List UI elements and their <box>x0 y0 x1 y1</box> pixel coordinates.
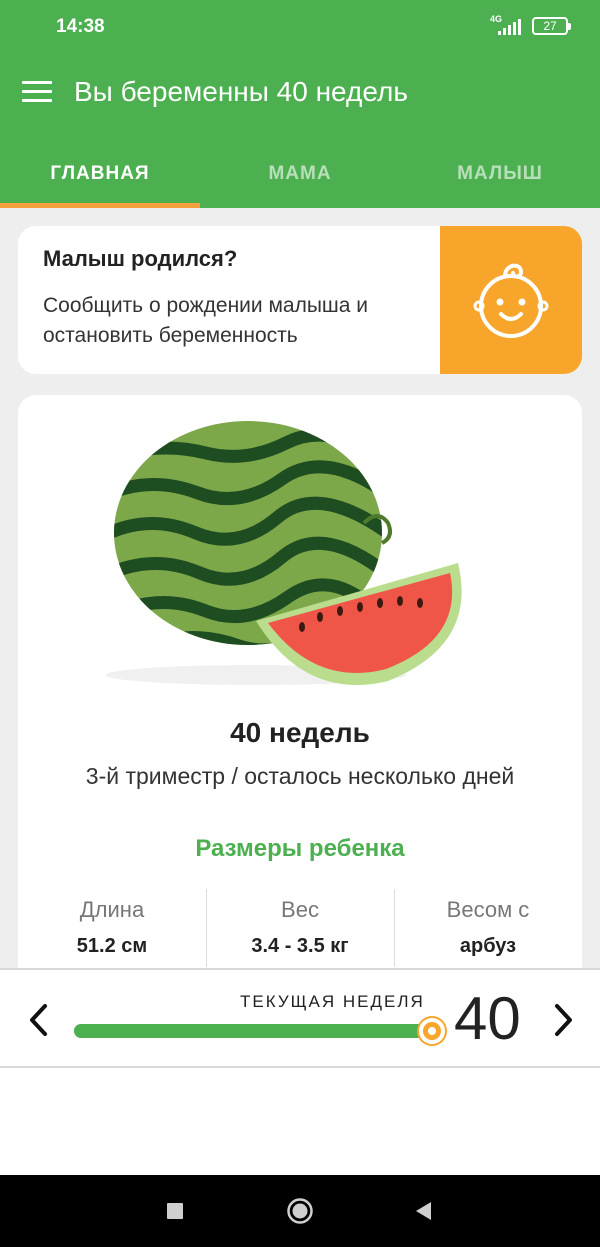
status-bar: 14:38 4G 27 <box>0 0 600 52</box>
current-week-label: ТЕКУЩАЯ НЕДЕЛЯ <box>240 992 425 1011</box>
chevron-left-icon[interactable] <box>22 1000 54 1040</box>
baby-born-card[interactable]: Малыш родился? Сообщить о рождении малыш… <box>18 226 582 374</box>
app-header: 14:38 4G 27 Вы беременны 40 недель ГЛАВН… <box>0 0 600 208</box>
week-slider-fill <box>74 1024 432 1038</box>
battery-level: 27 <box>543 19 557 33</box>
week-slider[interactable] <box>74 1018 445 1044</box>
current-week-number: 40 <box>454 985 521 1052</box>
stat-label: Длина <box>79 897 145 922</box>
recents-square-icon[interactable] <box>161 1197 189 1225</box>
stat-label: Весом с <box>446 897 530 922</box>
week-selector: ТЕКУЩАЯ НЕДЕЛЯ 40 <box>0 968 600 1068</box>
baby-face-icon <box>473 263 549 338</box>
watermelon-image <box>106 421 462 685</box>
stat-value: 51.2 см <box>76 935 148 957</box>
page-title: Вы беременны 40 недель <box>74 76 408 107</box>
week-slider-thumb[interactable] <box>419 1018 445 1044</box>
chevron-right-icon[interactable] <box>548 1000 580 1040</box>
baby-born-badge[interactable] <box>440 226 582 374</box>
baby-sizes-heading: Размеры ребенка <box>195 835 405 862</box>
home-circle-icon[interactable] <box>286 1197 314 1225</box>
stat-value: 3.4 - 3.5 кг <box>251 935 349 957</box>
baby-born-description: Сообщить о рождении малыша и остановить … <box>43 294 369 347</box>
baby-born-title: Малыш родился? <box>43 246 238 271</box>
stat-label: Вес <box>281 897 319 922</box>
stat-weight: Вес 3.4 - 3.5 кг <box>206 889 394 969</box>
trimester-text: 3-й триместр / осталось несколько дней <box>85 763 515 789</box>
content-blank-area <box>0 1068 600 1175</box>
system-navigation-bar <box>0 1175 600 1247</box>
tab-baby[interactable]: МАЛЫШ <box>400 140 600 208</box>
week-info-card: 40 недель 3-й триместр / осталось нескол… <box>18 395 582 1015</box>
stat-length: Длина 51.2 см <box>18 889 206 969</box>
baby-size-stats: Длина 51.2 см Вес 3.4 - 3.5 кг Весом с а… <box>18 889 582 969</box>
status-time: 14:38 <box>56 16 105 37</box>
tab-bar: ГЛАВНАЯ МАМА МАЛЫШ <box>0 140 600 208</box>
tab-main[interactable]: ГЛАВНАЯ <box>0 140 200 208</box>
battery-icon: 27 <box>532 17 571 35</box>
hamburger-menu-icon[interactable] <box>22 81 52 105</box>
signal-icon: 4G <box>490 15 522 37</box>
stat-size-comparison: Весом с арбуз <box>394 889 582 969</box>
stat-value: арбуз <box>459 935 517 957</box>
back-triangle-icon[interactable] <box>409 1197 437 1225</box>
weeks-title: 40 недель <box>230 717 370 748</box>
tab-mom[interactable]: МАМА <box>200 140 400 208</box>
status-icons: 4G 27 <box>490 14 571 38</box>
